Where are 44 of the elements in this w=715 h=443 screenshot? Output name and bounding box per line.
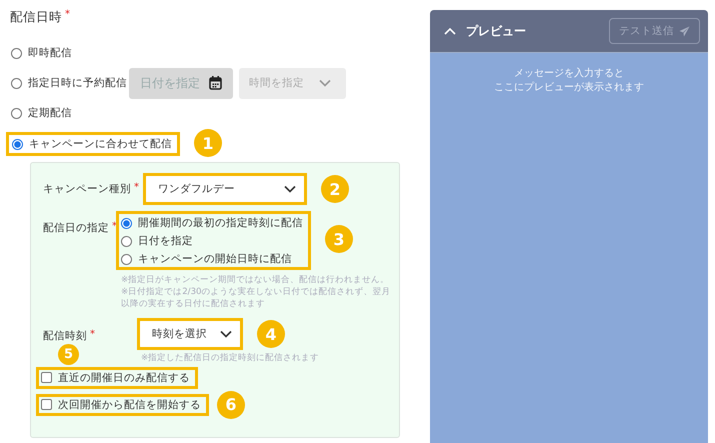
campaign-type-select[interactable]: ワンダフルデー: [146, 176, 304, 202]
callout-number: 1: [194, 129, 222, 157]
radio-button[interactable]: [121, 218, 132, 228]
help-note: ※指定した配信日の指定時刻に配信されます: [141, 352, 320, 364]
radio-button[interactable]: [121, 236, 132, 246]
field-label: キャンペーン種別: [43, 182, 131, 196]
checkbox-label[interactable]: 直近の開催日のみ配信する: [58, 370, 190, 384]
option-label[interactable]: 定期配信: [28, 106, 72, 120]
option-label[interactable]: 開催期間の最初の指定時刻に配信: [138, 216, 303, 230]
preview-message: ここにプレビューが表示されます: [494, 81, 644, 95]
field-label: 配信日の指定: [43, 221, 109, 235]
chevron-down-icon: [284, 185, 296, 193]
checkbox[interactable]: [41, 372, 52, 383]
option-label[interactable]: キャンペーンに合わせて配信: [29, 137, 172, 151]
radio-button[interactable]: [12, 138, 23, 150]
radio-button[interactable]: [11, 108, 22, 118]
option-label[interactable]: 即時配信: [28, 46, 72, 60]
field-label: 配信時刻: [43, 329, 87, 343]
required-mark: *: [65, 9, 70, 20]
radio-button[interactable]: [11, 48, 22, 58]
calendar-icon: [209, 76, 222, 90]
callout-number: 4: [257, 320, 285, 348]
preview-title[interactable]: プレビュー: [466, 22, 526, 40]
option-label[interactable]: 日付を指定: [138, 234, 193, 248]
help-note: ※指定日がキャンペーン期間ではない場合、配信は行われません。: [121, 274, 390, 286]
checkbox-label[interactable]: 次回開催から配信を開始する: [58, 398, 201, 412]
callout-number: 5: [58, 344, 79, 365]
required-mark: *: [134, 182, 139, 193]
chevron-down-icon: [220, 330, 232, 338]
time-select[interactable]: 時刻を選択: [140, 321, 240, 347]
callout-number: 2: [321, 175, 349, 203]
callout-number: 3: [325, 225, 353, 253]
radio-button[interactable]: [11, 78, 22, 88]
callout-number: 6: [217, 390, 245, 418]
checkbox[interactable]: [41, 399, 52, 410]
chevron-down-icon: [319, 79, 331, 87]
preview-message: メッセージを入力すると: [514, 67, 624, 81]
section-title: 配信日時: [10, 9, 62, 26]
option-label[interactable]: キャンペーンの開始日時に配信: [138, 252, 292, 266]
help-note: ※日付指定では2/30のような実在しない日付では配信されず、翌月以降の実在する日付に配信されます: [121, 286, 392, 310]
option-label[interactable]: 指定日時に予約配信: [28, 76, 127, 90]
radio-button[interactable]: [121, 254, 132, 264]
required-mark: *: [90, 329, 95, 340]
paper-plane-icon: [679, 26, 690, 36]
